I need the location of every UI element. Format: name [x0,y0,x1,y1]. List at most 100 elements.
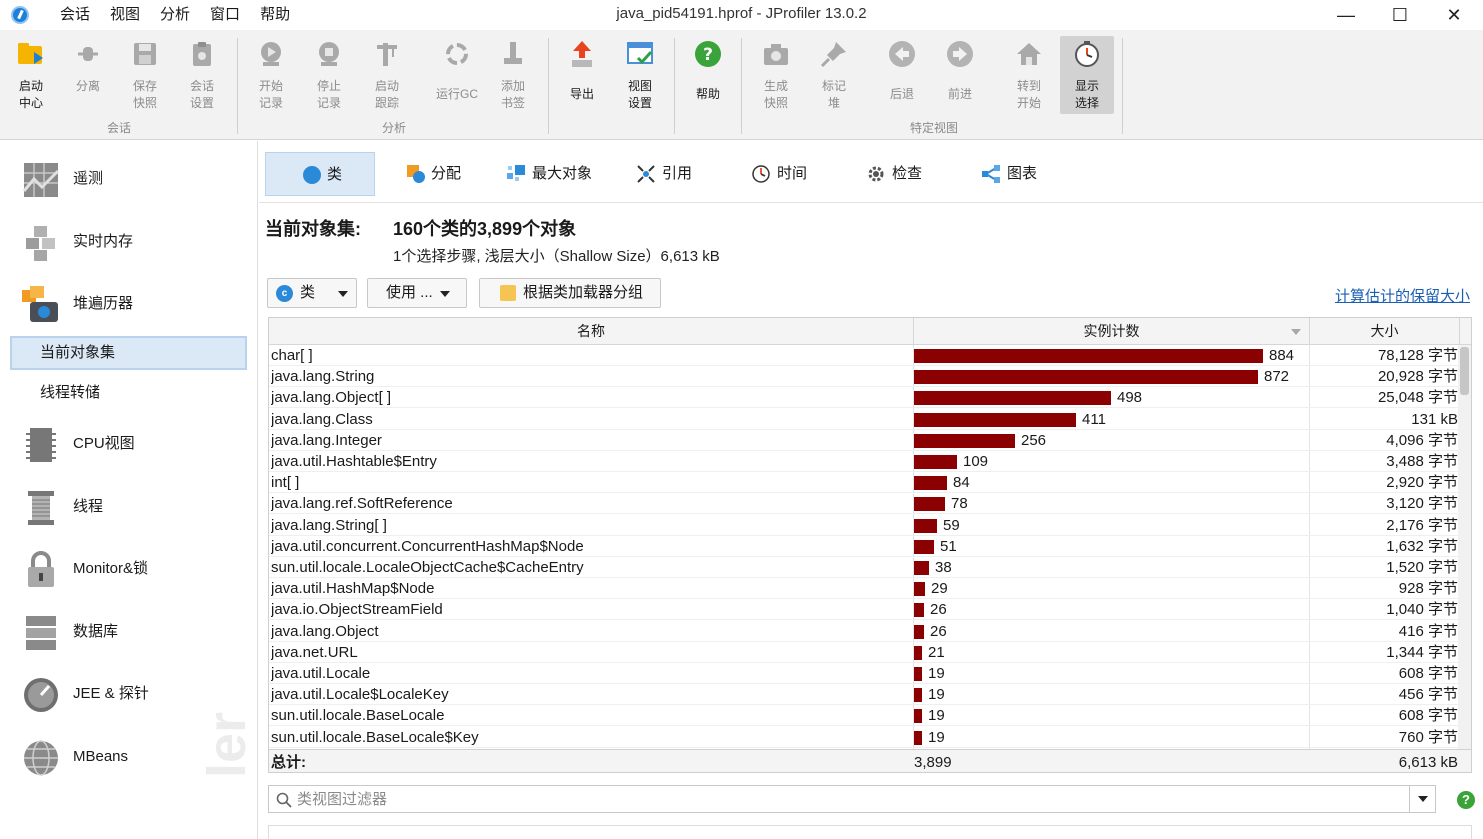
menu-view[interactable]: 视图 [100,5,150,25]
back-button[interactable]: 后退 [875,36,929,114]
usage-select[interactable]: 使用 ... [367,278,467,308]
class-name-cell: java.util.concurrent.ConcurrentHashMap$N… [271,537,584,555]
detach-button[interactable]: 分离 [61,36,115,114]
take-snapshot-button[interactable]: 生成 快照 [749,36,803,114]
aggregation-select[interactable]: c 类 [267,278,357,308]
tab-graph[interactable]: 图表 [974,152,1084,196]
instance-count-value: 51 [940,537,957,555]
menu-help[interactable]: 帮助 [250,5,300,25]
class-name-cell: char[ ] [271,347,313,364]
tab-references[interactable]: 引用 [629,152,739,196]
table-row[interactable]: java.lang.Class 411 131 kB [269,409,1459,430]
column-header-name[interactable]: 名称 [269,318,914,345]
database-stack-icon [26,616,56,650]
instance-count-value: 256 [1021,431,1047,449]
instance-count-bar [914,518,937,533]
add-bookmark-button[interactable]: 添加 书签 [486,36,540,114]
class-name-cell: sun.util.locale.BaseLocale [271,707,445,725]
filter-help-icon[interactable]: ? [1457,791,1475,809]
table-row[interactable]: java.lang.Integer 256 4,096 字节 [269,430,1459,451]
table-row[interactable]: java.lang.Object 26 416 字节 [269,621,1459,642]
table-scrollbar[interactable] [1458,345,1471,749]
sidebar-item-threads[interactable]: 线程 [0,479,258,535]
start-tracking-button[interactable]: 启动 跟踪 [360,36,414,114]
table-row[interactable]: java.util.Hashtable$Entry 109 3,488 字节 [269,451,1459,472]
size-cell: 2,176 字节 [1386,516,1458,534]
instance-count-bar [914,349,1263,363]
class-name-cell: java.lang.Object [271,622,379,640]
table-row[interactable]: int[ ] 84 2,920 字节 [269,472,1459,494]
start-center-button[interactable]: 启动 中心 [4,36,58,114]
camera-icon [764,44,788,65]
show-selection-button[interactable]: 显示 选择 [1060,36,1114,114]
table-row[interactable]: java.io.ObjectStreamField 26 1,040 字节 [269,599,1459,621]
table-row[interactable]: char[ ] 884 78,128 字节 [269,345,1459,366]
table-row[interactable]: java.util.Locale 19 608 字节 [269,663,1459,684]
table-row[interactable]: sun.util.locale.LocaleObjectCache$CacheE… [269,557,1459,578]
table-row[interactable]: java.net.URL 21 1,344 字节 [269,642,1459,663]
session-settings-button[interactable]: 会话 设置 [175,36,229,114]
instance-count-bar [914,667,922,681]
view-settings-button[interactable]: 视图 设置 [613,36,667,114]
tab-classes[interactable]: 类 [265,152,375,196]
instance-count-bar [914,709,922,724]
close-icon[interactable]: ✕ [1440,4,1468,26]
sidebar-item-heap-walker[interactable]: 堆遍历器 [0,276,258,332]
sidebar-item-thread-dump[interactable]: 线程转储 [10,376,247,410]
toolbar-separator [741,38,742,134]
class-c-icon [303,166,321,184]
menu-session[interactable]: 会话 [50,5,100,25]
instance-count-value: 109 [963,453,989,470]
forward-button[interactable]: 前进 [933,36,987,114]
go-to-start-button[interactable]: 转到 开始 [1002,36,1056,114]
help-button[interactable]: ? 帮助 [681,36,735,114]
sidebar-item-current-object-set[interactable]: 当前对象集 [10,336,247,370]
toolbar-separator [674,38,675,134]
run-gc-button[interactable]: 运行GC [428,36,486,114]
instance-count-bar [914,370,1258,385]
export-button[interactable]: 导出 [555,36,609,114]
window-check-icon [627,42,653,65]
tab-inspections[interactable]: 检查 [859,152,969,196]
column-header-size[interactable]: 大小 [1310,318,1460,345]
instance-count-bar [914,645,922,660]
menu-analyze[interactable]: 分析 [150,5,200,25]
sidebar-item-telemetry[interactable]: 遥测 [0,151,258,207]
class-name-cell: sun.util.locale.LocaleObjectCache$CacheE… [271,559,584,576]
stop-recording-button[interactable]: 停止 记录 [302,36,356,114]
table-row[interactable]: java.lang.ref.SoftReference 78 3,120 字节 [269,493,1459,515]
table-row[interactable]: sun.util.locale.BaseLocale 19 608 字节 [269,705,1459,727]
sidebar-item-live-memory[interactable]: 实时内存 [0,214,258,270]
mark-heap-button[interactable]: 标记 堆 [807,36,861,114]
tab-allocations[interactable]: 分配 [399,152,509,196]
save-snapshot-button[interactable]: 保存 快照 [118,36,172,114]
size-cell: 3,120 字节 [1386,495,1458,513]
filter-options-dropdown[interactable] [1409,786,1435,812]
table-row[interactable]: java.util.HashMap$Node 29 928 字节 [269,578,1459,600]
group-by-classloader-button[interactable]: 根据类加载器分组 [479,278,661,308]
table-row[interactable]: java.lang.String 872 20,928 字节 [269,366,1459,388]
tab-time[interactable]: 时间 [744,152,854,196]
start-recording-button[interactable]: 开始 记录 [244,36,298,114]
sidebar-item-monitors-locks[interactable]: Monitor&锁 [0,541,258,597]
scrollbar-thumb[interactable] [1460,347,1469,395]
filter-input[interactable] [297,789,1397,809]
jprofiler-app-icon[interactable] [11,6,29,24]
table-row[interactable]: java.lang.Object[ ] 498 25,048 字节 [269,387,1459,409]
class-name-cell: java.lang.Class [271,410,373,428]
class-name-cell: java.util.Hashtable$Entry [271,453,437,470]
table-row[interactable]: sun.util.locale.BaseLocale$Key 19 760 字节 [269,727,1459,748]
minimize-icon[interactable]: — [1332,4,1360,26]
sidebar-item-databases[interactable]: 数据库 [0,604,258,660]
maximize-icon[interactable]: ☐ [1386,4,1414,26]
tab-biggest-objects[interactable]: 最大对象 [499,152,639,196]
table-row[interactable]: java.lang.String[ ] 59 2,176 字节 [269,515,1459,536]
menu-window[interactable]: 窗口 [200,5,250,25]
sidebar-item-cpu-views[interactable]: CPU视图 [0,416,258,472]
instance-count-value: 21 [928,643,945,661]
calculate-retained-size-link[interactable]: 计算估计的保留大小 [1335,285,1470,306]
table-row[interactable]: java.util.Locale$LocaleKey 19 456 字节 [269,684,1459,706]
table-row[interactable]: java.util.concurrent.ConcurrentHashMap$N… [269,536,1459,557]
classes-table: 名称 实例计数 大小 char[ ] 884 78,128 字节 java.lang.… [268,317,1472,773]
column-header-instance-count[interactable]: 实例计数 [914,318,1310,345]
